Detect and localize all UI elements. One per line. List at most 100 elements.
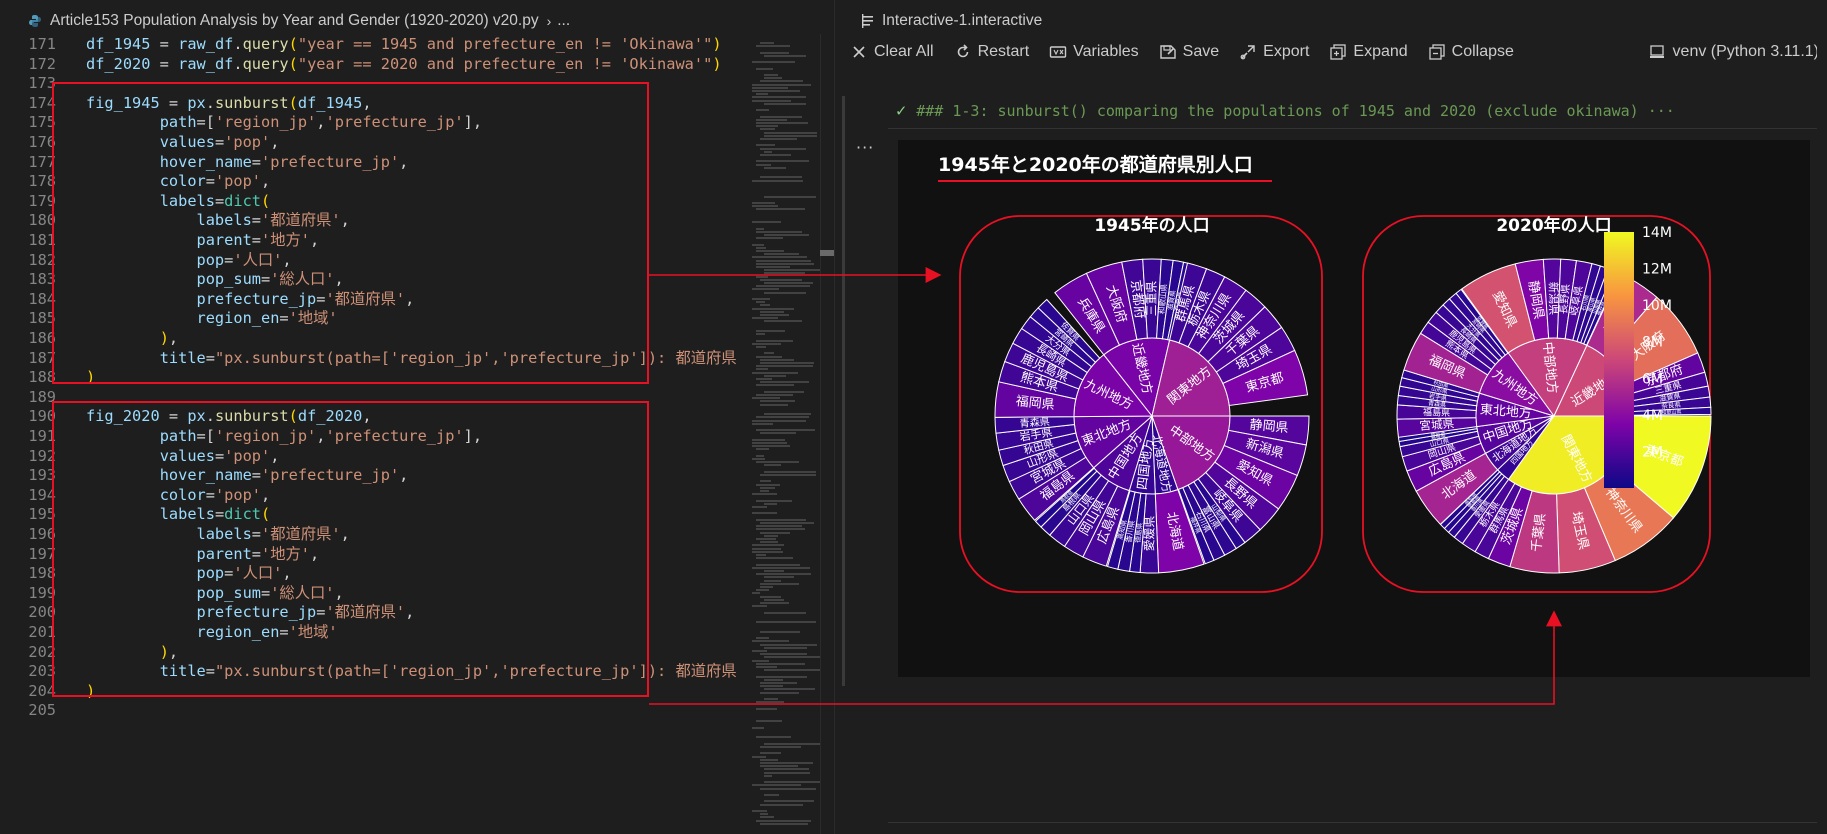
prefecture-label: 和歌山県: [1661, 408, 1681, 416]
sunburst-figure[interactable]: 1945年と2020年の都道府県別人口1945年の人口中部地方 静岡県新潟県愛知県…: [898, 140, 1810, 677]
minimap-line: [764, 579, 781, 582]
cell-header-text: ### 1-3: sunburst() comparing the popula…: [916, 102, 1675, 120]
minimap-line: [752, 442, 788, 444]
minimap-line: [756, 246, 766, 249]
minimap-line: [760, 403, 788, 406]
editor-scrollbar[interactable]: [820, 34, 834, 834]
minimap-line: [752, 650, 767, 652]
minimap-line: [752, 221, 781, 224]
minimap-line: [764, 781, 824, 784]
code-token: "year == 2020 and prefecture_en != 'Okin…: [297, 54, 713, 73]
minimap-line: [760, 765, 798, 768]
cell-more-button[interactable]: ···: [856, 138, 874, 157]
minimap-line: [764, 390, 804, 393]
kernel-icon: [1649, 45, 1664, 58]
close-icon: [853, 46, 865, 58]
colorbar-tick-label: 6M: [1642, 371, 1663, 387]
interactive-tab[interactable]: Interactive-1.interactive: [836, 0, 1827, 42]
minimap-line: [764, 352, 774, 355]
cell-output[interactable]: 1945年と2020年の都道府県別人口 1945年の人口 中部地方 静岡県 新潟県 愛知県…: [898, 140, 1810, 677]
minimap-line: [752, 243, 764, 246]
minimap-line: [764, 576, 794, 579]
minimap-line: [760, 691, 799, 694]
minimap-line: [760, 758, 779, 761]
interactive-window[interactable]: Interactive-1.interactive Clear All Rest…: [836, 0, 1827, 834]
kernel-label: venv (Python 3.11.1): [1672, 43, 1819, 60]
clear-all-label: Clear All: [874, 43, 934, 60]
code-editor[interactable]: Article153 Population Analysis by Year a…: [0, 0, 835, 834]
minimap-line: [760, 176, 803, 179]
minimap-line: [764, 598, 785, 601]
save-label: Save: [1182, 43, 1220, 60]
clear-all-button[interactable]: Clear All: [850, 43, 934, 61]
code-line[interactable]: 205: [0, 699, 748, 722]
interactive-tab-title[interactable]: Interactive-1.interactive: [882, 12, 1042, 30]
python-file-icon: [29, 15, 41, 27]
minimap-line: [760, 128, 775, 131]
minimap-line: [752, 445, 791, 448]
minimap-line: [764, 413, 812, 416]
code-token: "year == 1945 and prefecture_en != 'Okin…: [297, 35, 713, 53]
minimap-line: [764, 611, 807, 614]
minimap-line: [764, 54, 807, 57]
chart-subtitle: 2020年の人口: [1496, 215, 1611, 236]
line-number: 205: [28, 701, 56, 720]
cell-header[interactable]: ✓ ### 1-3: sunburst() comparing the popu…: [896, 100, 1675, 122]
export-button[interactable]: Export: [1239, 43, 1309, 61]
minimap-line: [764, 794, 779, 796]
pane-scrollbar[interactable]: [1817, 42, 1827, 834]
restart-button[interactable]: Restart: [954, 43, 1029, 61]
minimap-line: [760, 358, 794, 361]
minimap-line: [764, 800, 814, 803]
minimap-line: [760, 586, 773, 588]
chevron-right-icon: ›: [546, 13, 552, 29]
minimap-line: [756, 237, 783, 240]
minimap-line: [756, 122, 808, 124]
minimap-line: [752, 397, 781, 400]
colorbar-tick-label: 12M: [1642, 262, 1672, 278]
minimap-line: [764, 253, 800, 256]
code-token: df_2020: [86, 54, 151, 73]
code-token: df_1945: [86, 35, 151, 53]
minimap[interactable]: [748, 34, 824, 834]
editor-scroll-thumb[interactable]: [820, 250, 834, 256]
minimap-line: [756, 250, 784, 252]
minimap-line: [756, 208, 806, 211]
code-token: (: [288, 54, 298, 73]
colorbar-tick-label: 14M: [1642, 225, 1672, 241]
minimap-line: [764, 77, 782, 80]
minimap-line: [764, 470, 817, 473]
kernel-picker[interactable]: venv (Python 3.11.1): [1649, 38, 1819, 66]
minimap-line: [752, 544, 784, 547]
minimap-line: [752, 205, 779, 208]
minimap-line: [760, 682, 798, 684]
minimap-line: [764, 771, 810, 774]
code-token: raw_df: [178, 35, 234, 53]
minimap-line: [764, 768, 810, 771]
minimap-line: [760, 531, 791, 534]
minimap-line: [760, 432, 797, 435]
minimap-line: [760, 362, 815, 364]
editor-file-title[interactable]: Article153 Population Analysis by Year a…: [50, 12, 539, 30]
minimap-line: [760, 752, 781, 755]
minimap-line: [756, 675, 808, 678]
variables-button[interactable]: Variables: [1049, 43, 1139, 61]
minimap-line: [760, 154, 791, 156]
minimap-line: [756, 448, 769, 451]
minimap-line: [760, 816, 775, 819]
minimap-line: [760, 147, 807, 150]
minimap-line: [764, 272, 806, 275]
minimap-line: [760, 490, 769, 492]
minimap-line: [756, 275, 768, 278]
colorbar: [1604, 232, 1634, 488]
minimap-line: [756, 355, 782, 358]
minimap-line: [752, 512, 778, 515]
breadcrumb-more[interactable]: ...: [557, 12, 570, 30]
minimap-line: [756, 144, 776, 147]
minimap-line: [756, 93, 769, 96]
save-button[interactable]: Save: [1159, 43, 1219, 61]
minimap-line: [756, 454, 765, 457]
expand-button[interactable]: Expand: [1329, 43, 1408, 61]
collapse-button[interactable]: Collapse: [1428, 43, 1514, 61]
minimap-line: [756, 666, 777, 668]
